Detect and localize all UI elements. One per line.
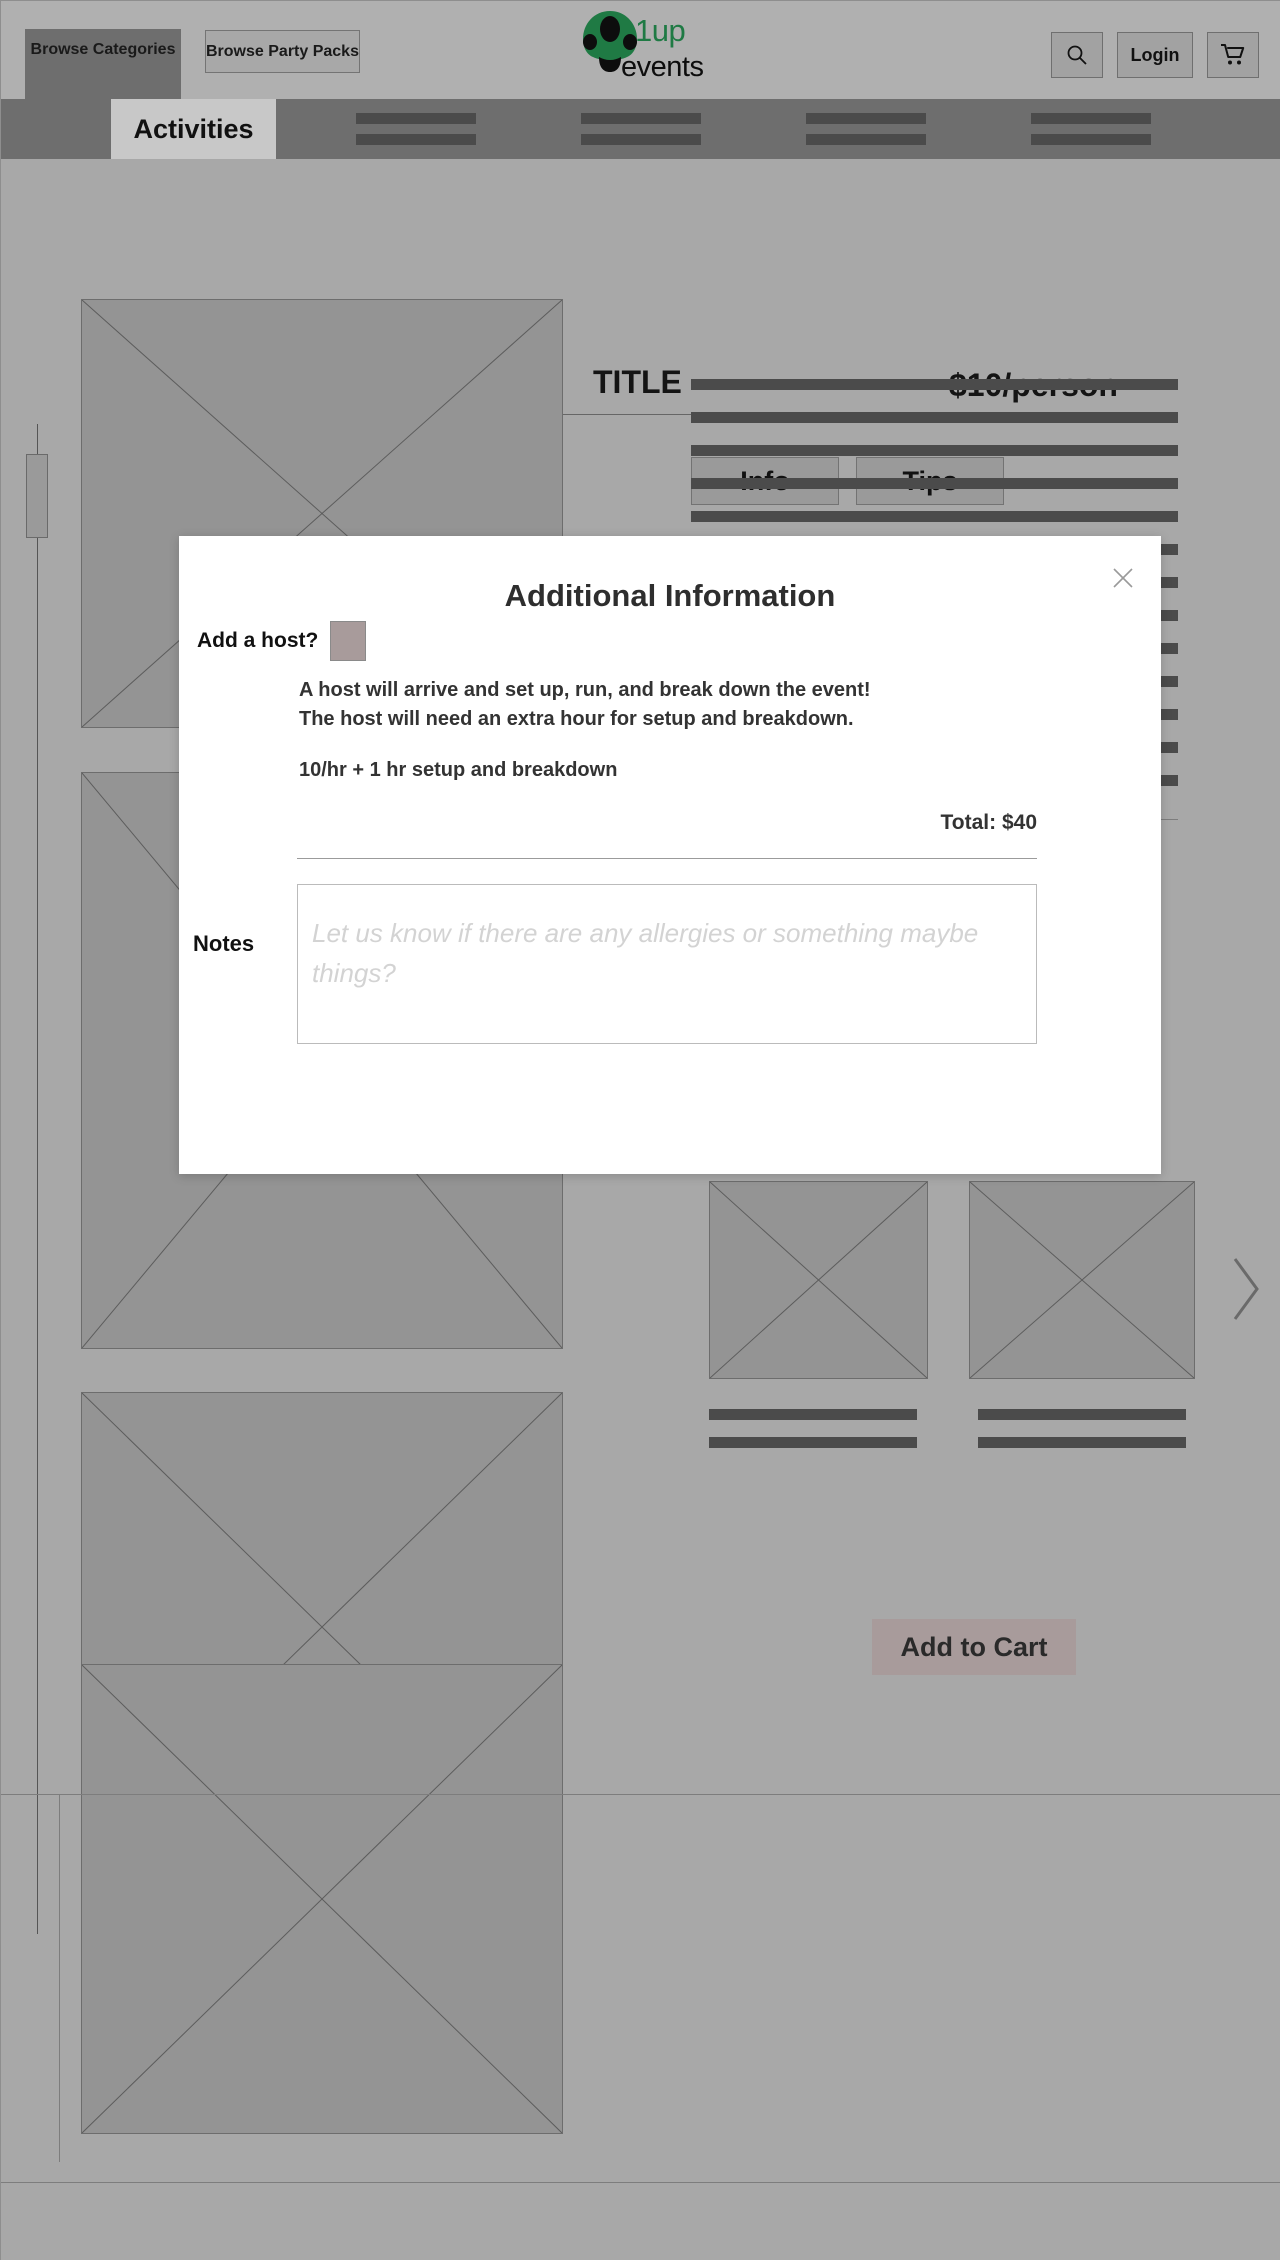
login-button[interactable]: Login xyxy=(1117,32,1193,78)
nav-tab-activities[interactable]: Activities xyxy=(111,99,276,159)
close-icon xyxy=(1113,568,1133,588)
modal-title: Additional Information xyxy=(504,578,836,613)
nav-placeholder-line xyxy=(1031,113,1151,124)
description-line xyxy=(691,412,1178,423)
host-description-line-1: A host will arrive and set up, run, and … xyxy=(299,679,871,701)
login-label: Login xyxy=(1130,44,1180,65)
nav-tab-activities-label: Activities xyxy=(133,113,254,144)
description-line xyxy=(691,445,1178,456)
cart-button[interactable] xyxy=(1207,32,1259,78)
browse-categories-label: Browse Categories xyxy=(30,41,176,58)
site-logo[interactable]: 1up events xyxy=(573,7,733,93)
nav-placeholder-line xyxy=(806,113,926,124)
host-description: A host will arrive and set up, run, and … xyxy=(299,676,871,734)
content-vertical-divider xyxy=(59,1794,60,2162)
host-rate-text: 10/hr + 1 hr setup and breakdown xyxy=(299,759,618,781)
modal-total-divider xyxy=(297,858,1037,859)
notes-input[interactable] xyxy=(297,884,1037,1044)
nav-placeholder-line xyxy=(806,134,926,145)
gallery-image-placeholder[interactable] xyxy=(81,1664,563,2134)
related-thumbnail-line xyxy=(709,1437,917,1448)
page-scrollbar-track[interactable] xyxy=(37,424,38,1934)
browse-party-packs-label: Browse Party Packs xyxy=(206,42,359,60)
browse-categories-button[interactable]: Browse Categories xyxy=(25,29,181,101)
product-title: TITLE xyxy=(593,364,682,400)
gallery-next-button[interactable] xyxy=(1227,1249,1267,1329)
add-to-cart-button[interactable]: Add to Cart xyxy=(872,1619,1076,1675)
page-body: TITLE $10/person Info Tips xyxy=(1,159,1280,2260)
related-thumbnail[interactable] xyxy=(969,1181,1195,1379)
image-placeholder-cross-icon xyxy=(970,1182,1194,1378)
nav-placeholder-line xyxy=(581,113,701,124)
logo-secondary-text: events xyxy=(621,51,704,83)
additional-information-modal: Additional Information Add a host? A hos… xyxy=(179,536,1161,1675)
chevron-right-icon xyxy=(1233,1258,1259,1320)
logo-primary-text: 1up xyxy=(635,13,686,48)
nav-item-placeholder[interactable] xyxy=(806,113,926,155)
footer-divider xyxy=(1,2182,1280,2183)
host-description-line-2: The host will need an extra hour for set… xyxy=(299,708,854,730)
main-navbar: Activities xyxy=(1,99,1280,159)
page-scrollbar-thumb[interactable] xyxy=(26,454,48,538)
modal-total: Total: $40 xyxy=(940,811,1037,834)
add-host-label: Add a host? xyxy=(197,629,319,652)
nav-item-placeholder[interactable] xyxy=(1031,113,1151,155)
site-header: Browse Categories Browse Party Packs 1up… xyxy=(1,1,1280,101)
description-line xyxy=(691,511,1178,522)
nav-item-placeholder[interactable] xyxy=(356,113,476,155)
related-thumbnail-line xyxy=(978,1437,1186,1448)
notes-label: Notes xyxy=(193,931,255,956)
nav-item-placeholder[interactable] xyxy=(581,113,701,155)
related-thumbnail-line xyxy=(978,1409,1186,1420)
nav-placeholder-line xyxy=(1031,134,1151,145)
search-button[interactable] xyxy=(1051,32,1103,78)
related-thumbnail-line xyxy=(709,1409,917,1420)
add-host-row: Add a host? xyxy=(197,621,367,661)
nav-placeholder-line xyxy=(356,113,476,124)
nav-placeholder-line xyxy=(581,134,701,145)
add-host-checkbox[interactable] xyxy=(330,621,367,661)
cart-icon xyxy=(1221,44,1245,65)
image-placeholder-cross-icon xyxy=(82,1665,562,2133)
content-divider xyxy=(1,1794,1280,1795)
header-actions: Login xyxy=(1051,32,1259,78)
nav-placeholder-line xyxy=(356,134,476,145)
nav-placeholder-items xyxy=(356,99,1256,159)
description-line xyxy=(691,478,1178,489)
page-root: Browse Categories Browse Party Packs 1up… xyxy=(0,0,1280,2260)
browse-party-packs-button[interactable]: Browse Party Packs xyxy=(205,30,360,73)
modal-close-button[interactable] xyxy=(1109,564,1139,594)
image-placeholder-cross-icon xyxy=(710,1182,927,1378)
related-thumbnail[interactable] xyxy=(709,1181,928,1379)
description-line xyxy=(691,379,1178,390)
search-icon xyxy=(1067,45,1087,65)
